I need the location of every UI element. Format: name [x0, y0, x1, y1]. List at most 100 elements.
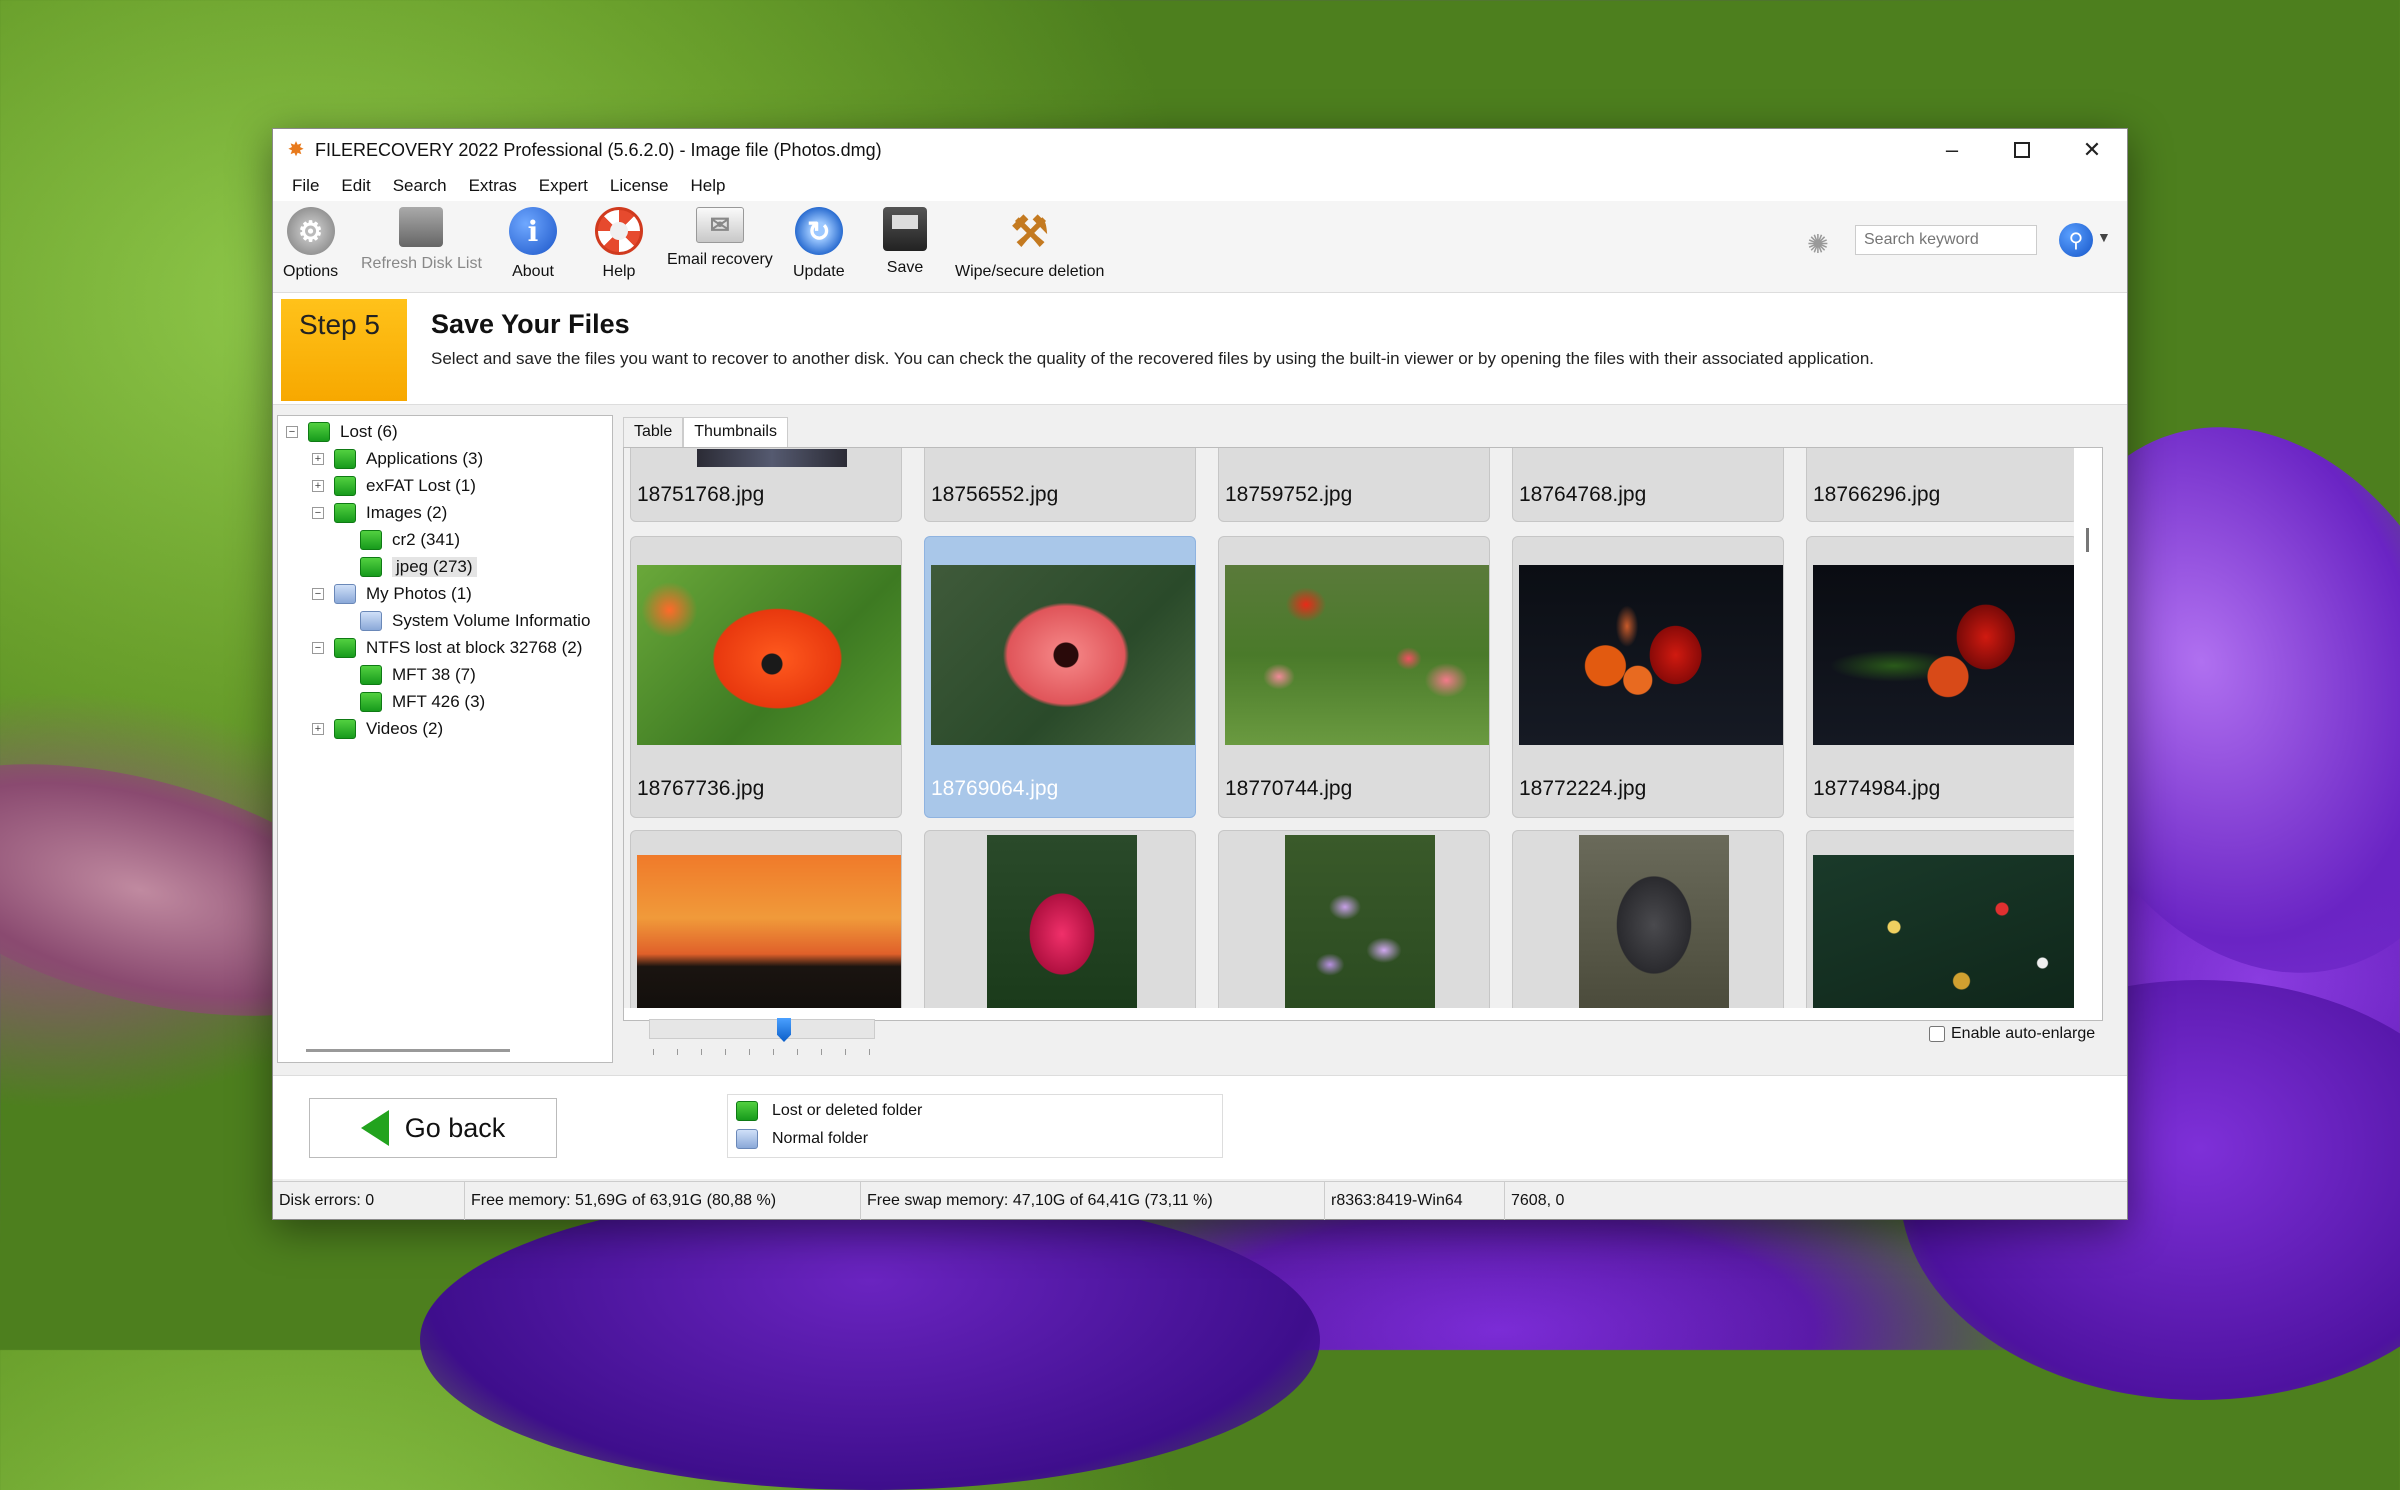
lost-folder-icon	[360, 529, 382, 550]
tab-thumbnails[interactable]: Thumbnails	[683, 417, 788, 447]
thumbnail-filename: 18766296.jpg	[1813, 483, 1941, 506]
search-input[interactable]	[1855, 225, 2037, 255]
search-button[interactable]: ⚲	[2059, 223, 2093, 257]
legend-normal: Normal folder	[736, 1129, 868, 1149]
tab-table[interactable]: Table	[623, 417, 684, 447]
maximize-button[interactable]	[1987, 129, 2057, 171]
lost-folder-icon	[334, 502, 356, 523]
go-back-button[interactable]: Go back	[309, 1098, 557, 1158]
collapse-icon[interactable]: −	[312, 587, 324, 600]
menu-file[interactable]: File	[292, 176, 319, 196]
tree-label: Images (2)	[366, 502, 448, 522]
expand-icon[interactable]: +	[312, 722, 324, 735]
title-bar[interactable]: ✸ FILERECOVERY 2022 Professional (5.6.2.…	[273, 129, 2127, 171]
thumbnail-tile[interactable]	[1512, 830, 1784, 1008]
tree-item-jpeg[interactable]: jpeg (273)	[338, 553, 477, 580]
zoom-slider-handle[interactable]	[777, 1018, 791, 1042]
thumbnail-tile[interactable]: 18756552.jpg	[924, 448, 1196, 522]
globe-refresh-icon: ↻	[794, 207, 843, 255]
app-window: ✸ FILERECOVERY 2022 Professional (5.6.2.…	[272, 128, 2128, 1220]
tree-item-videos[interactable]: + Videos (2)	[312, 715, 443, 742]
zoom-ticks	[653, 1049, 873, 1055]
thumbnail-tile[interactable]: 18772224.jpg	[1512, 536, 1784, 818]
menu-search[interactable]: Search	[393, 176, 447, 196]
expand-icon[interactable]: +	[312, 452, 324, 465]
folder-tree[interactable]: − Lost (6) + Applications (3) + exFAT Lo…	[277, 415, 613, 1063]
thumbnail-image	[637, 855, 901, 1008]
go-back-label: Go back	[404, 1112, 506, 1143]
auto-enlarge-label: Enable auto-enlarge	[1951, 1025, 2096, 1042]
tree-item-lost[interactable]: − Lost (6)	[286, 418, 398, 445]
vertical-scrollbar[interactable]	[2080, 448, 2098, 1008]
broom-icon: ⚒	[1010, 207, 1049, 255]
status-free-swap: Free swap memory: 47,10G of 64,41G (73,1…	[861, 1182, 1325, 1220]
tree-item-images[interactable]: − Images (2)	[312, 499, 447, 526]
thumbnail-tile-selected[interactable]: 18769064.jpg	[924, 536, 1196, 818]
email-recovery-button[interactable]: ✉ Email recovery	[667, 207, 773, 269]
tree-item-mft-38[interactable]: MFT 38 (7)	[338, 661, 476, 688]
thumbnail-image	[1519, 565, 1783, 745]
thumbnail-filename: 18769064.jpg	[931, 777, 1059, 800]
disk-icon	[399, 207, 444, 247]
legend-lost-label: Lost or deleted folder	[772, 1102, 923, 1119]
tree-item-my-photos[interactable]: − My Photos (1)	[312, 580, 472, 607]
tree-item-ntfs-lost[interactable]: − NTFS lost at block 32768 (2)	[312, 634, 582, 661]
envelope-icon: ✉	[695, 207, 744, 243]
step-header: Step 5 Save Your Files Select and save t…	[273, 293, 2127, 405]
expand-icon[interactable]: +	[312, 479, 324, 492]
horizontal-scrollbar[interactable]	[306, 1049, 510, 1052]
menu-license[interactable]: License	[610, 176, 669, 196]
thumbnail-tile[interactable]: 18767736.jpg	[630, 536, 902, 818]
menu-help[interactable]: Help	[691, 176, 726, 196]
thumbnail-tile[interactable]	[1218, 830, 1490, 1008]
help-button[interactable]: Help	[595, 207, 643, 281]
refresh-disk-list-button[interactable]: Refresh Disk List	[361, 207, 482, 273]
tree-label: cr2 (341)	[392, 529, 461, 549]
tree-item-applications[interactable]: + Applications (3)	[312, 445, 483, 472]
tree-item-mft-426[interactable]: MFT 426 (3)	[338, 688, 485, 715]
tree-item-system-volume[interactable]: System Volume Informatio	[338, 607, 590, 634]
thumbnail-tile[interactable]: 18774984.jpg	[1806, 536, 2074, 818]
status-bar: Disk errors: 0 Free memory: 51,69G of 63…	[273, 1181, 2127, 1220]
auto-enlarge-checkbox[interactable]	[1929, 1026, 1945, 1042]
thumbnail-tile[interactable]	[630, 830, 902, 1008]
thumbnail-filename: 18772224.jpg	[1519, 777, 1647, 800]
lost-folder-icon	[334, 637, 356, 658]
collapse-icon[interactable]: −	[312, 641, 324, 654]
thumbnail-tile[interactable]: 18759752.jpg	[1218, 448, 1490, 522]
thumbnail-filename: 18774984.jpg	[1813, 777, 1941, 800]
thumbnail-image	[1579, 835, 1729, 1008]
status-build: r8363:8419-Win64	[1325, 1182, 1505, 1220]
thumbnail-tile[interactable]: 18770744.jpg	[1218, 536, 1490, 818]
save-button[interactable]: Save	[883, 207, 927, 277]
update-button[interactable]: ↻ Update	[793, 207, 845, 281]
chevron-down-icon[interactable]: ▼	[2097, 229, 2111, 245]
lost-folder-icon	[360, 664, 382, 685]
tree-item-exfat-lost[interactable]: + exFAT Lost (1)	[312, 472, 476, 499]
thumbnail-tile[interactable]	[1806, 830, 2074, 1008]
collapse-icon[interactable]: −	[312, 506, 324, 519]
thumbnail-tile[interactable]	[924, 830, 1196, 1008]
update-label: Update	[793, 263, 845, 280]
about-button[interactable]: i About	[509, 207, 557, 281]
minimize-button[interactable]: –	[1917, 129, 1987, 171]
step-badge: Step 5	[281, 299, 407, 401]
thumbnail-tile[interactable]: 18766296.jpg	[1806, 448, 2074, 522]
zoom-slider[interactable]	[649, 1018, 875, 1042]
tree-item-cr2[interactable]: cr2 (341)	[338, 526, 460, 553]
options-button[interactable]: ⚙ Options	[283, 207, 338, 281]
menu-expert[interactable]: Expert	[539, 176, 588, 196]
thumbnail-tile[interactable]: 18751768.jpg	[630, 448, 902, 522]
lost-folder-icon	[736, 1101, 758, 1121]
scrollbar-thumb[interactable]	[2086, 528, 2089, 552]
menu-edit[interactable]: Edit	[341, 176, 370, 196]
collapse-icon[interactable]: −	[286, 425, 298, 438]
thumbnail-viewer: 18751768.jpg 18756552.jpg 18759752.jpg 1…	[623, 447, 2103, 1021]
thumbnail-tile[interactable]: 18764768.jpg	[1512, 448, 1784, 522]
auto-enlarge-option[interactable]: Enable auto-enlarge	[1929, 1025, 2095, 1043]
step-title: Save Your Files	[431, 309, 630, 339]
close-button[interactable]: ✕	[2057, 129, 2127, 171]
status-coords: 7608, 0	[1511, 1192, 1565, 1209]
menu-extras[interactable]: Extras	[469, 176, 517, 196]
wipe-secure-deletion-button[interactable]: ⚒ Wipe/secure deletion	[955, 207, 1104, 281]
